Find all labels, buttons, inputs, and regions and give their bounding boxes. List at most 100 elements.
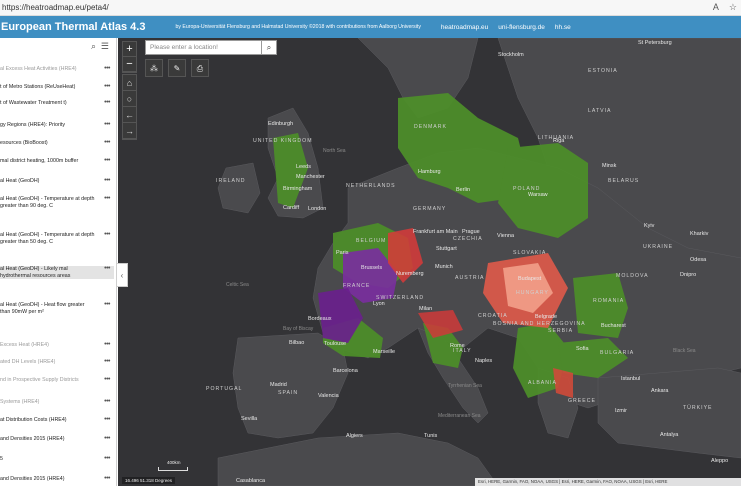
forward-arrow-icon[interactable]: → xyxy=(123,123,136,139)
layer-item[interactable]: ated DH Levels (HRE4) ••• xyxy=(0,358,114,366)
layer-item[interactable]: t of Wastewater Treatment t) ••• xyxy=(0,99,114,107)
layer-item[interactable]: al Heat (GeoDH) - Temperature at depth g… xyxy=(0,195,114,209)
city-label: Munich xyxy=(435,264,453,270)
city-label: Frankfurt am Main xyxy=(413,229,458,235)
layer-options-icon[interactable]: ••• xyxy=(104,301,110,308)
city-label: Cardiff xyxy=(283,205,300,211)
city-label: Casablanca xyxy=(236,478,266,484)
layer-item[interactable]: and Densities 2015 (HRE4) ••• xyxy=(0,475,114,483)
layer-options-icon[interactable]: ••• xyxy=(104,99,110,106)
city-label: Nuremberg xyxy=(396,271,424,277)
layer-item[interactable]: Systems (HRE4) ••• xyxy=(0,398,114,406)
country-label: SLOVAKIA xyxy=(513,250,547,256)
city-label: Aleppo xyxy=(711,458,729,464)
country-label: NETHERLANDS xyxy=(346,183,396,189)
layer-options-icon[interactable]: ••• xyxy=(104,139,110,146)
read-aloud-icon[interactable]: A xyxy=(713,2,719,13)
scale-bar: 400km xyxy=(158,460,188,471)
url-field[interactable]: https://heatroadmap.eu/peta4/ xyxy=(0,3,109,12)
zoom-out-button[interactable]: − xyxy=(123,57,136,72)
filter-icon[interactable]: ☰ xyxy=(101,41,109,52)
layer-item[interactable]: mal district heating, 1000m buffer ••• xyxy=(0,157,114,165)
layer-item[interactable]: al Heat (GeoDH) - Likely mal hydrotherma… xyxy=(0,265,114,280)
layer-options-icon[interactable]: ••• xyxy=(104,358,110,365)
layer-label: and Densities 2015 (HRE4) xyxy=(0,476,65,482)
layer-item[interactable]: 5 ••• xyxy=(0,455,114,463)
link-heatroadmap[interactable]: heatroadmap.eu xyxy=(441,24,488,31)
city-label: Prague xyxy=(462,229,480,235)
city-label: Riga xyxy=(553,138,565,144)
layer-options-icon[interactable]: ••• xyxy=(104,455,110,462)
layer-options-icon[interactable]: ••• xyxy=(104,265,110,272)
layer-item[interactable]: al Excess Heat Activities (HRE4) ••• xyxy=(0,65,114,73)
city-label: London xyxy=(308,206,327,212)
map-view[interactable]: ESTONIA LATVIA LITHUANIA BELARUS UKRAINE MOLD… xyxy=(118,38,741,486)
city-label: Bucharest xyxy=(601,323,626,329)
city-label: Rome xyxy=(450,343,465,349)
layer-options-icon[interactable]: ••• xyxy=(104,121,110,128)
print-icon[interactable]: ⎙ xyxy=(191,59,209,77)
layer-options-icon[interactable]: ••• xyxy=(104,398,110,405)
layer-label: esources (BioBoost) xyxy=(0,140,48,146)
favorite-icon[interactable]: ☆ xyxy=(729,2,737,13)
layer-label: nd in Prospective Supply Districts xyxy=(0,377,79,383)
home-icon[interactable]: ⌂ xyxy=(123,75,136,91)
layer-options-icon[interactable]: ••• xyxy=(104,341,110,348)
city-label: Tunis xyxy=(424,433,438,439)
app-header: European Thermal Atlas 4.3 by Europa-Uni… xyxy=(0,16,741,38)
layer-item[interactable]: t of Metro Stations (ReUseHeat) ••• xyxy=(0,83,114,91)
layer-item[interactable]: gy Regions (HRE4): Priority ••• xyxy=(0,121,114,129)
city-label: Edinburgh xyxy=(268,121,294,127)
link-hh[interactable]: hh.se xyxy=(555,24,571,31)
city-label: Belgrade xyxy=(535,314,558,320)
country-label: GREECE xyxy=(568,398,596,404)
header-links: heatroadmap.eu uni-flensburg.de hh.se xyxy=(441,24,571,31)
city-label: Minsk xyxy=(602,163,617,169)
sea-label: North Sea xyxy=(323,148,346,154)
app-byline: by Europa-Universität Flensburg and Halm… xyxy=(175,24,421,30)
city-label: Stockholm xyxy=(498,52,524,58)
country-label: CZECHIA xyxy=(453,236,483,242)
layer-options-icon[interactable]: ••• xyxy=(104,157,110,164)
zoom-in-button[interactable]: + xyxy=(123,42,136,57)
locate-icon[interactable]: ○ xyxy=(123,91,136,107)
layer-options-icon[interactable]: ••• xyxy=(104,195,110,202)
layer-options-icon[interactable]: ••• xyxy=(104,83,110,90)
layer-options-icon[interactable]: ••• xyxy=(104,416,110,423)
country-label: DENMARK xyxy=(414,124,447,130)
search-button[interactable]: ⌕ xyxy=(262,40,277,55)
city-label: Sevilla xyxy=(241,416,258,422)
search-icon[interactable]: ⌕ xyxy=(91,41,96,52)
layer-item[interactable]: nd in Prospective Supply Districts ••• xyxy=(0,376,114,384)
city-label: Bilbao xyxy=(289,340,305,346)
city-label: Lyon xyxy=(373,301,385,307)
location-search-input[interactable]: Please enter a location! xyxy=(145,40,262,55)
city-label: Izmir xyxy=(615,408,627,414)
draw-icon[interactable]: ✎ xyxy=(168,59,186,77)
measure-icon[interactable]: ⁂ xyxy=(145,59,163,77)
sea-label: Mediterranean Sea xyxy=(438,413,481,419)
back-arrow-icon[interactable]: ← xyxy=(123,107,136,123)
layer-item[interactable]: al Heat (GeoDH) ••• xyxy=(0,177,114,185)
layer-options-icon[interactable]: ••• xyxy=(104,231,110,238)
layer-item[interactable]: at Distribution Costs (HRE4) ••• xyxy=(0,416,114,424)
country-label: TÜRKIYE xyxy=(683,405,713,411)
country-label: ESTONIA xyxy=(588,68,618,74)
layer-item[interactable]: al Heat (GeoDH) - Heat flow greater than… xyxy=(0,301,114,315)
layer-item[interactable]: esources (BioBoost) ••• xyxy=(0,139,114,147)
layer-item[interactable]: al Heat (GeoDH) - Temperature at depth g… xyxy=(0,231,114,245)
layer-options-icon[interactable]: ••• xyxy=(104,65,110,72)
city-label: Budapest xyxy=(518,276,542,282)
city-label: Madrid xyxy=(270,382,287,388)
layer-item[interactable]: and Densities 2015 (HRE4) ••• xyxy=(0,435,114,443)
city-label: Kyiv xyxy=(644,223,655,229)
layer-options-icon[interactable]: ••• xyxy=(104,376,110,383)
city-label: Valencia xyxy=(318,393,339,399)
layer-options-icon[interactable]: ••• xyxy=(104,435,110,442)
layer-item[interactable]: Excess Heat (HRE4) ••• xyxy=(0,341,114,349)
layer-options-icon[interactable]: ••• xyxy=(104,475,110,482)
layer-options-icon[interactable]: ••• xyxy=(104,177,110,184)
browser-bar: https://heatroadmap.eu/peta4/ A ☆ xyxy=(0,0,741,16)
collapse-panel-button[interactable]: ‹ xyxy=(117,263,128,287)
link-uni-flensburg[interactable]: uni-flensburg.de xyxy=(498,24,545,31)
